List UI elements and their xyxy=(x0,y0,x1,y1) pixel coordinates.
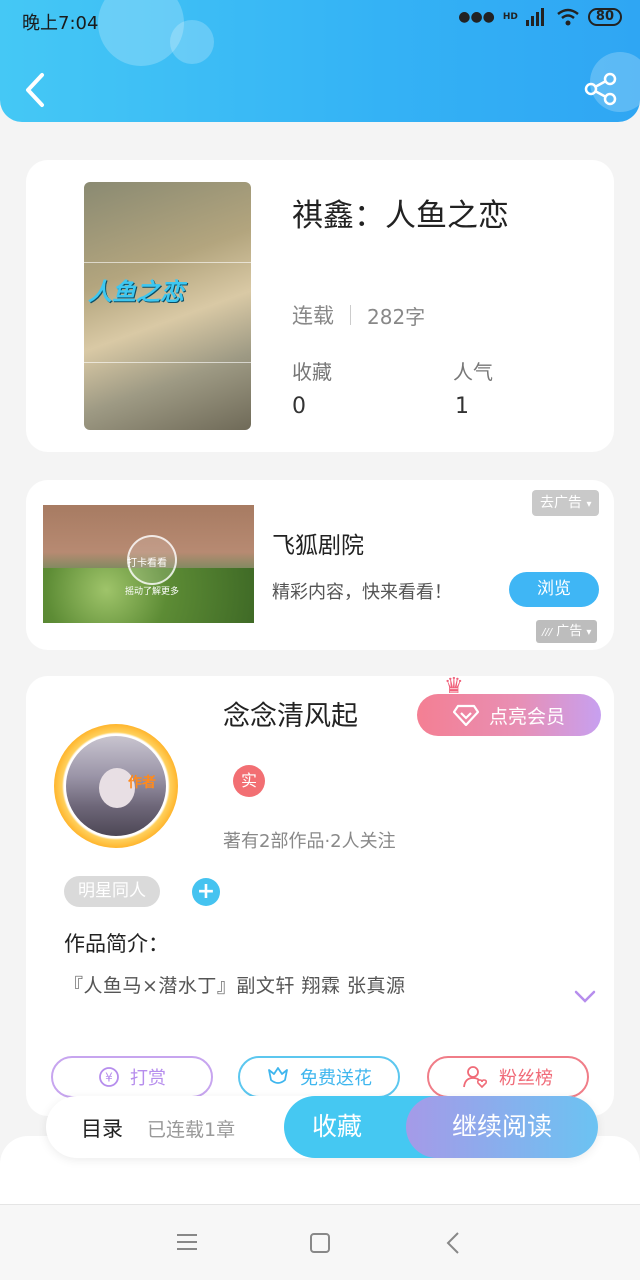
ad-logo-icon: /// xyxy=(542,627,553,638)
battery-indicator: 80 xyxy=(587,8,622,26)
book-cover[interactable]: 人鱼之恋 xyxy=(84,182,251,430)
book-info-card: 人鱼之恋 祺鑫：人鱼之恋 连载 282字 收藏 0 人气 1 xyxy=(26,160,614,452)
author-stats: 著有2部作品·2人关注 xyxy=(223,831,396,852)
word-count: 282字 xyxy=(367,304,426,329)
popularity-label: 人气 xyxy=(453,360,493,384)
ad-image-subtext: 摇动了解更多 xyxy=(125,587,180,597)
vip-button[interactable]: 点亮会员 xyxy=(417,694,601,736)
add-tag-button[interactable]: + xyxy=(192,878,220,906)
author-card: 作者 念念清风起 ♛ 点亮会员 实 著有2部作品·2人关注 明星同人 + 作品简… xyxy=(26,674,614,1116)
chevron-left-icon[interactable] xyxy=(20,70,50,110)
book-title: 祺鑫：人鱼之恋 xyxy=(292,198,509,234)
ad-card[interactable]: 打卡看看 摇动了解更多 飞狐剧院 精彩内容，快来看看！ 浏览 去广告 ▾ ///… xyxy=(26,480,614,650)
cover-title: 人鱼之恋 xyxy=(88,278,184,306)
wifi-icon xyxy=(557,8,579,26)
vip-label: 点亮会员 xyxy=(488,705,565,728)
svg-text:¥: ¥ xyxy=(105,1071,113,1085)
yen-coin-icon: ¥ xyxy=(99,1067,119,1087)
menu-icon[interactable] xyxy=(176,1233,198,1251)
cover-divider xyxy=(84,362,251,363)
continue-reading-button[interactable]: 继续阅读 xyxy=(406,1096,598,1158)
back-icon[interactable] xyxy=(446,1231,460,1255)
cover-divider xyxy=(84,262,251,263)
tip-button[interactable]: ¥ 打赏 xyxy=(51,1056,213,1098)
divider xyxy=(350,305,351,325)
favorites-value: 0 xyxy=(292,394,306,419)
diamond-icon xyxy=(452,704,479,726)
genre-tag[interactable]: 明星同人 xyxy=(64,876,160,907)
ad-title: 飞狐剧院 xyxy=(272,533,364,559)
ad-tag[interactable]: /// 广告 ▾ xyxy=(536,620,598,643)
chapter-count: 已连载1章 xyxy=(147,1119,236,1141)
tip-label: 打赏 xyxy=(130,1068,166,1089)
chevron-down-icon: ▾ xyxy=(586,627,592,638)
ad-image-text: 打卡看看 xyxy=(127,558,167,569)
user-heart-icon xyxy=(463,1066,488,1089)
author-name[interactable]: 念念清风起 xyxy=(223,694,358,733)
system-nav-bar xyxy=(0,1204,640,1280)
fans-rank-label: 粉丝榜 xyxy=(499,1068,553,1089)
status-icons: ●●● HD 80 xyxy=(458,8,622,26)
chevron-down-icon: ▾ xyxy=(586,499,592,510)
send-flower-button[interactable]: 免费送花 xyxy=(238,1056,400,1098)
popularity-value: 1 xyxy=(455,394,469,419)
author-avatar-frame[interactable]: 作者 xyxy=(54,724,178,848)
dots-icon: ●●● xyxy=(458,9,495,25)
status-time: 晚上7:04 xyxy=(22,13,99,34)
book-status-line: 连载 282字 xyxy=(292,300,425,330)
network-label: HD xyxy=(502,12,518,22)
ad-browse-button[interactable]: 浏览 xyxy=(509,572,599,607)
chevron-down-icon[interactable] xyxy=(574,990,596,1004)
remove-ad-label: 去广告 xyxy=(540,495,582,511)
signal-icon xyxy=(525,8,544,26)
fans-rank-button[interactable]: 粉丝榜 xyxy=(427,1056,589,1098)
decor-bubble xyxy=(170,20,214,64)
share-icon[interactable] xyxy=(584,72,618,106)
author-badge: 作者 xyxy=(128,775,156,791)
send-flower-label: 免费送花 xyxy=(300,1068,372,1089)
action-bar: 目录 已连载1章 收藏 继续阅读 xyxy=(46,1096,598,1158)
flower-icon xyxy=(268,1067,288,1084)
remove-ad-button[interactable]: 去广告 ▾ xyxy=(532,490,600,516)
ad-tag-label: 广告 xyxy=(556,624,583,639)
ad-description: 精彩内容，快来看看！ xyxy=(272,582,452,603)
ad-image[interactable]: 打卡看看 摇动了解更多 xyxy=(43,505,254,623)
toc-button[interactable]: 目录 xyxy=(81,1113,123,1143)
verified-badge: 实 xyxy=(233,765,265,797)
intro-text: 『人鱼马×潜水丁』副文轩 翔霖 张真源 xyxy=(64,975,406,997)
favorites-label: 收藏 xyxy=(292,360,332,384)
home-icon[interactable] xyxy=(310,1233,330,1253)
book-status: 连载 xyxy=(292,304,334,328)
intro-label: 作品简介： xyxy=(64,932,169,956)
header: 晚上7:04 ●●● HD 80 xyxy=(0,0,640,122)
